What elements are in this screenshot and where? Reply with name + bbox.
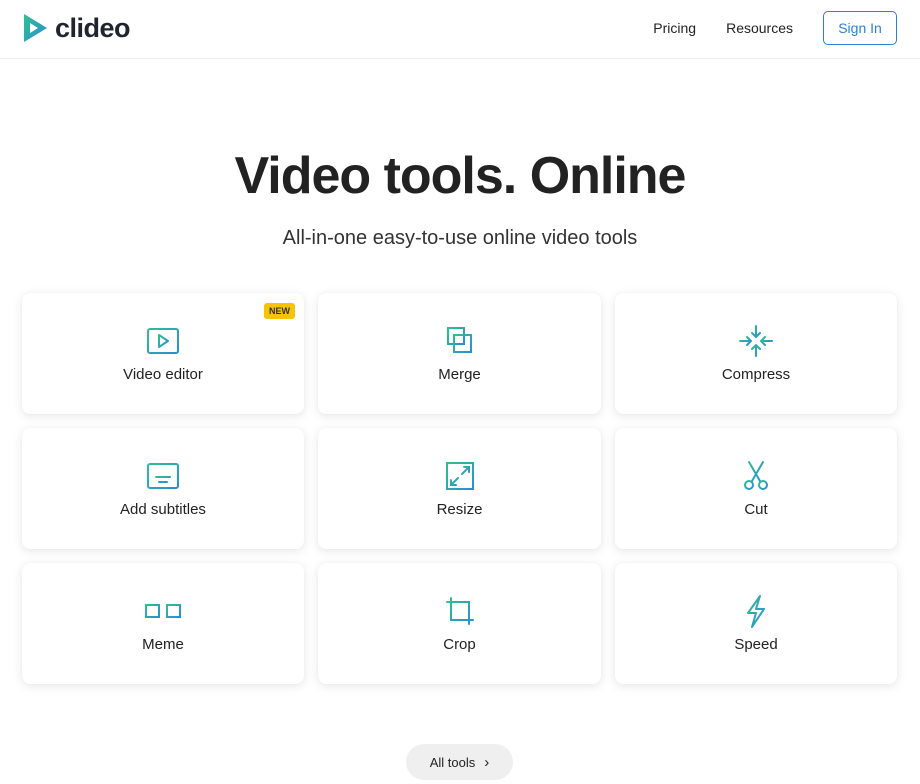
- nav-resources[interactable]: Resources: [726, 20, 793, 36]
- tool-label: Crop: [443, 636, 476, 653]
- top-nav: Pricing Resources Sign In: [653, 11, 897, 45]
- site-header: clideo Pricing Resources Sign In: [0, 0, 920, 59]
- tool-card-add-subtitles[interactable]: Add subtitles: [22, 428, 304, 549]
- tool-label: Cut: [744, 501, 768, 518]
- crop-icon: [443, 596, 477, 626]
- tool-card-video-editor[interactable]: NEW Video editor: [22, 293, 304, 414]
- tool-label: Add subtitles: [120, 501, 206, 518]
- clideo-logo-icon: [24, 14, 47, 42]
- tool-card-compress[interactable]: Compress: [615, 293, 897, 414]
- tool-card-crop[interactable]: Crop: [318, 563, 601, 684]
- clideo-logo[interactable]: clideo: [21, 12, 131, 44]
- all-tools-label: All tools: [429, 754, 476, 770]
- compress-icon: [739, 325, 773, 357]
- sign-in-button[interactable]: Sign In: [823, 11, 897, 45]
- tool-label: Meme: [142, 636, 184, 653]
- chevron-right-icon: ›: [484, 753, 490, 771]
- glasses-icon: [138, 596, 188, 626]
- resize-icon: [443, 461, 477, 491]
- play-icon: [146, 326, 180, 356]
- logo-text: clideo: [55, 12, 131, 43]
- tool-card-speed[interactable]: Speed: [615, 563, 897, 684]
- tool-card-resize[interactable]: Resize: [318, 428, 601, 549]
- tool-card-cut[interactable]: Cut: [615, 428, 897, 549]
- tools-grid: NEW Video editor Merge Compress Add subt…: [22, 293, 897, 684]
- tool-card-merge[interactable]: Merge: [318, 293, 601, 414]
- tool-label: Merge: [438, 366, 481, 383]
- page-subtitle: All-in-one easy-to-use online video tool…: [282, 227, 638, 249]
- tool-label: Resize: [436, 501, 483, 518]
- subtitles-icon: [146, 461, 180, 491]
- tool-label: Compress: [721, 366, 791, 383]
- scissors-icon: [739, 461, 773, 491]
- tool-card-meme[interactable]: Meme: [22, 563, 304, 684]
- all-tools-button[interactable]: All tools ›: [406, 744, 513, 780]
- nav-pricing[interactable]: Pricing: [653, 20, 696, 36]
- lightning-icon: [739, 595, 773, 628]
- new-badge: NEW: [264, 303, 295, 319]
- tool-label: Video editor: [123, 366, 203, 383]
- tool-label: Speed: [734, 636, 778, 653]
- merge-icon: [443, 326, 477, 356]
- page-title: Video tools. Online: [234, 147, 687, 205]
